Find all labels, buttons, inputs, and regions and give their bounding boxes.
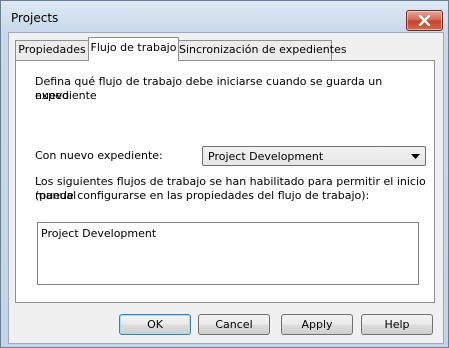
cancel-button-label: Cancel: [215, 318, 253, 331]
workflow-tab-panel: Defina qué flujo de trabajo debe iniciar…: [15, 60, 435, 303]
tab-label: Sincronización de expedientes: [179, 43, 347, 56]
help-button-label: Help: [384, 318, 410, 331]
window-title: Projects: [11, 11, 59, 25]
tab-sincronizacion-de-expedientes[interactable]: Sincronización de expedientes: [178, 40, 347, 60]
close-button[interactable]: [406, 10, 443, 31]
new-doc-workflow-select[interactable]: Project Development: [202, 146, 426, 166]
tab-label: Flujo de trabajo: [90, 41, 177, 54]
title-bar[interactable]: Projects: [1, 1, 448, 31]
intro-text-line2: nuevo.: [35, 89, 73, 102]
manual-workflows-list[interactable]: Project Development: [37, 222, 419, 285]
apply-button[interactable]: Apply: [281, 314, 353, 335]
projects-dialog: Projects Propiedades Flujo de trabajo Si…: [0, 0, 449, 348]
close-icon: [418, 15, 431, 26]
manual-text-line2: (puede configurarse en las propiedades d…: [35, 189, 370, 202]
cancel-button[interactable]: Cancel: [198, 314, 270, 335]
dialog-client-area: Propiedades Flujo de trabajo Sincronizac…: [8, 32, 444, 344]
tab-propiedades[interactable]: Propiedades: [15, 40, 89, 60]
intro-text-line1: Defina qué flujo de trabajo debe iniciar…: [35, 75, 383, 102]
new-doc-label: Con nuevo expediente:: [35, 149, 163, 162]
chevron-down-icon: [411, 154, 420, 159]
selected-workflow: Project Development: [208, 150, 324, 163]
ok-button[interactable]: OK: [119, 314, 191, 335]
tab-flujo-de-trabajo[interactable]: Flujo de trabajo: [88, 37, 179, 61]
apply-button-label: Apply: [301, 318, 333, 331]
tab-label: Propiedades: [18, 43, 86, 56]
help-button[interactable]: Help: [361, 314, 433, 335]
list-item[interactable]: Project Development: [41, 227, 156, 240]
ok-button-label: OK: [147, 318, 163, 331]
